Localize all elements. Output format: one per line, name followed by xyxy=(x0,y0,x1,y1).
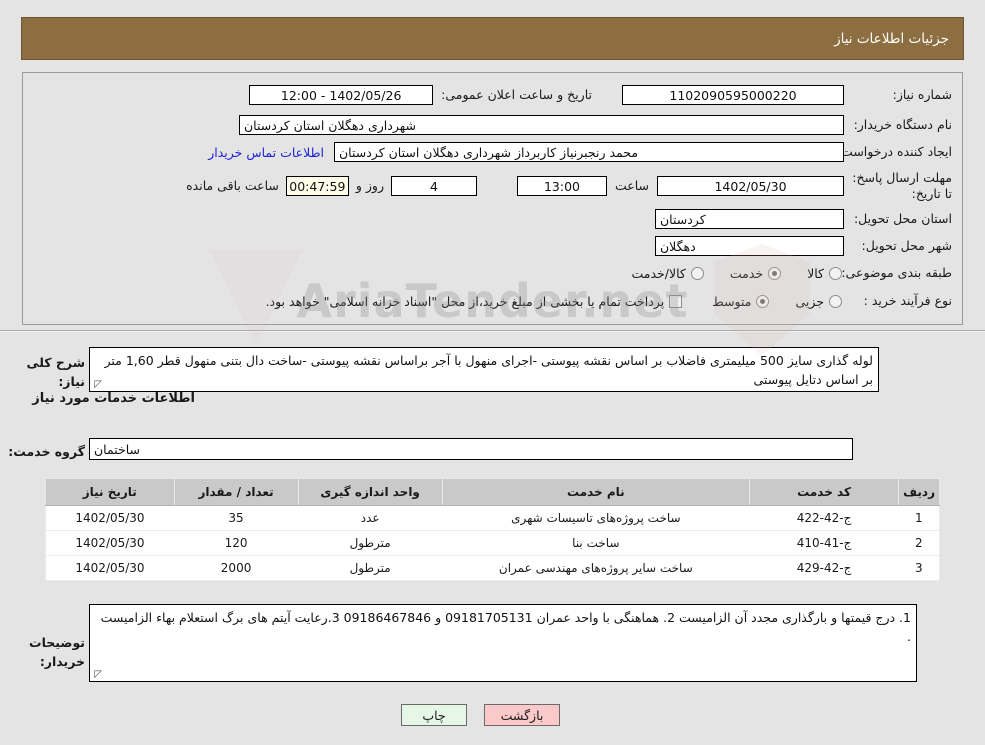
need-summary-label: شرح کلی نیاز: xyxy=(26,355,85,389)
buyer-org-field[interactable]: شهرداری دهگلان استان کردستان xyxy=(239,115,844,135)
radio-label-kala-khedmat: کالا/خدمت xyxy=(631,265,686,281)
resize-grip-icon-notes[interactable]: ◸ xyxy=(92,670,102,680)
table-header-row: ردیف کد خدمت نام خدمت واحد اندازه گیری ت… xyxy=(45,478,940,506)
delivery-city-field[interactable]: دهگلان xyxy=(655,236,844,256)
radio-process-motevaset[interactable]: متوسط xyxy=(712,293,770,309)
row-delivery-city: شهر محل تحویل: دهگلان xyxy=(655,235,952,257)
cell-code: ج-41-410 xyxy=(749,530,899,556)
cell-qty: 35 xyxy=(174,505,299,531)
th-unit: واحد اندازه گیری xyxy=(297,478,443,506)
th-quantity: تعداد / مقدار xyxy=(173,478,299,506)
buyer-notes-label: توضیحات خریدار: xyxy=(29,635,85,669)
cell-qty: 120 xyxy=(174,530,299,556)
radio-category-kala[interactable]: کالا xyxy=(807,266,842,281)
radio-label-khedmat: خدمت xyxy=(729,265,764,281)
print-button[interactable]: چاپ xyxy=(401,704,467,726)
need-summary-text: لوله گذاری سایز 500 میلیمتری فاضلاب بر ا… xyxy=(104,353,874,388)
row-process-type: نوع فرآیند خرید : جزیی متوسط پرداخت تمام… xyxy=(266,290,952,312)
services-table-wrapper: ردیف کد خدمت نام خدمت واحد اندازه گیری ت… xyxy=(45,478,940,581)
radio-process-jozi[interactable]: جزیی xyxy=(795,294,842,309)
cell-date: 1402/05/30 xyxy=(45,530,174,556)
public-announce-field[interactable]: 1402/05/26 - 12:00 xyxy=(249,85,434,105)
buyer-notes-textarea[interactable]: 1. درج قیمتها و بارگذاری مجدد آن الزامیس… xyxy=(89,604,917,682)
resize-grip-icon[interactable]: ◸ xyxy=(92,380,102,390)
cell-unit: مترطول xyxy=(298,530,443,556)
table-row: 3 ج-42-429 ساخت سایر پروژه‌های مهندسی عم… xyxy=(45,555,940,581)
radio-category-khedmat[interactable]: خدمت xyxy=(729,265,782,281)
cell-unit: عدد xyxy=(298,505,443,531)
buyer-contact-link[interactable]: اطلاعات تماس خریدار xyxy=(208,145,324,160)
need-summary-textarea[interactable]: لوله گذاری سایز 500 میلیمتری فاضلاب بر ا… xyxy=(89,347,879,392)
cell-radif: 2 xyxy=(898,530,940,556)
row-category: طبقه بندی موضوعی: کالا خدمت کالا/خدمت xyxy=(631,262,952,284)
checkbox-treasury-payment[interactable]: پرداخت تمام یا بخشی از مبلغ خرید،از محل … xyxy=(266,294,683,309)
th-service-name: نام خدمت xyxy=(441,478,751,506)
delivery-province-field[interactable]: کردستان xyxy=(655,209,844,229)
cell-code: ج-42-422 xyxy=(749,505,899,531)
public-announce-label: تاریخ و ساعت اعلان عمومی: xyxy=(441,86,592,102)
cell-name: ساخت سایر پروژه‌های مهندسی عمران xyxy=(442,555,750,581)
radio-icon-kala xyxy=(829,266,842,280)
services-section-title: اطلاعات خدمات مورد نیاز xyxy=(32,391,195,406)
page-title: جزئیات اطلاعات نیاز xyxy=(834,30,949,47)
buyer-org-label: نام دستگاه خریدار: xyxy=(853,116,952,132)
cell-date: 1402/05/30 xyxy=(45,555,174,581)
row-request-creator: ایجاد کننده درخواست: محمد رنجبرنیاز کارب… xyxy=(208,141,952,163)
deadline-days-label: روز و xyxy=(355,177,384,193)
th-need-date: تاریخ نیاز xyxy=(45,478,175,506)
checkbox-icon-treasury-payment xyxy=(669,294,683,308)
page-header: جزئیات اطلاعات نیاز xyxy=(21,17,964,60)
row-buyer-org: نام دستگاه خریدار: شهرداری دهگلان استان … xyxy=(239,114,952,136)
deadline-remaining-label: ساعت باقی مانده xyxy=(186,177,279,193)
service-group-label: گروه خدمت: xyxy=(8,444,85,459)
buyer-notes-text: 1. درج قیمتها و بارگذاری مجدد آن الزامیس… xyxy=(100,610,911,645)
radio-icon-motevaset xyxy=(756,294,770,308)
row-delivery-province: استان محل تحویل: کردستان xyxy=(655,208,952,230)
radio-category-kala-khedmat[interactable]: کالا/خدمت xyxy=(631,265,704,281)
th-service-code: کد خدمت xyxy=(749,478,900,506)
cell-unit: مترطول xyxy=(298,555,443,581)
radio-label-kala: کالا xyxy=(807,265,824,281)
page-root: جزئیات اطلاعات نیاز شماره نیاز: 11020905… xyxy=(0,0,985,745)
radio-icon-khedmat xyxy=(768,266,782,280)
need-number-field[interactable]: 1102090595000220 xyxy=(622,85,844,105)
deadline-countdown-field: 00:47:59 xyxy=(285,176,349,196)
need-info-panel: شماره نیاز: 1102090595000220 تاریخ و ساع… xyxy=(22,72,963,325)
th-radif: ردیف xyxy=(898,478,940,506)
back-button[interactable]: بازگشت xyxy=(484,704,560,726)
checkbox-label-treasury-payment: پرداخت تمام یا بخشی از مبلغ خرید،از محل … xyxy=(265,293,665,309)
radio-icon-jozi xyxy=(829,294,842,308)
request-creator-field[interactable]: محمد رنجبرنیاز کاربرداز شهرداری دهگلان ا… xyxy=(334,142,844,162)
radio-label-jozi: جزیی xyxy=(795,293,824,309)
table-row: 2 ج-41-410 ساخت بنا مترطول 120 1402/05/3… xyxy=(45,530,940,556)
cell-name: ساخت بنا xyxy=(442,530,750,556)
delivery-province-label: استان محل تحویل: xyxy=(853,210,952,226)
deadline-hour-label: ساعت xyxy=(614,177,649,193)
category-label: طبقه بندی موضوعی: xyxy=(841,264,952,280)
cell-radif: 3 xyxy=(898,555,940,581)
section-divider xyxy=(0,330,985,332)
process-type-label: نوع فرآیند خرید : xyxy=(863,292,952,308)
need-number-label: شماره نیاز: xyxy=(892,86,952,102)
deadline-date-field[interactable]: 1402/05/30 xyxy=(657,176,844,196)
delivery-city-label: شهر محل تحویل: xyxy=(861,237,952,253)
request-creator-label: ایجاد کننده درخواست: xyxy=(836,143,952,159)
cell-radif: 1 xyxy=(898,505,940,531)
row-need-number: شماره نیاز: 1102090595000220 xyxy=(622,84,952,106)
cell-code: ج-42-429 xyxy=(749,555,899,581)
cell-date: 1402/05/30 xyxy=(45,505,174,531)
radio-label-motevaset: متوسط xyxy=(712,293,752,309)
radio-icon-kala-khedmat xyxy=(690,266,704,280)
row-public-announce: تاریخ و ساعت اعلان عمومی: 1402/05/26 - 1… xyxy=(249,84,592,106)
deadline-days-field[interactable]: 4 xyxy=(390,176,477,196)
deadline-hour-field[interactable]: 13:00 xyxy=(516,176,607,196)
table-row: 1 ج-42-422 ساخت پروژه‌های تاسیسات شهری ع… xyxy=(45,505,940,531)
cell-name: ساخت پروژه‌های تاسیسات شهری xyxy=(442,505,750,531)
row-deadline: مهلت ارسال پاسخ: تا تاریخ: 1402/05/30 سا… xyxy=(186,169,952,203)
cell-qty: 2000 xyxy=(174,555,299,581)
service-group-field[interactable]: ساختمان xyxy=(89,438,853,460)
deadline-label: مهلت ارسال پاسخ: تا تاریخ: xyxy=(852,170,952,201)
services-table: ردیف کد خدمت نام خدمت واحد اندازه گیری ت… xyxy=(45,478,940,581)
